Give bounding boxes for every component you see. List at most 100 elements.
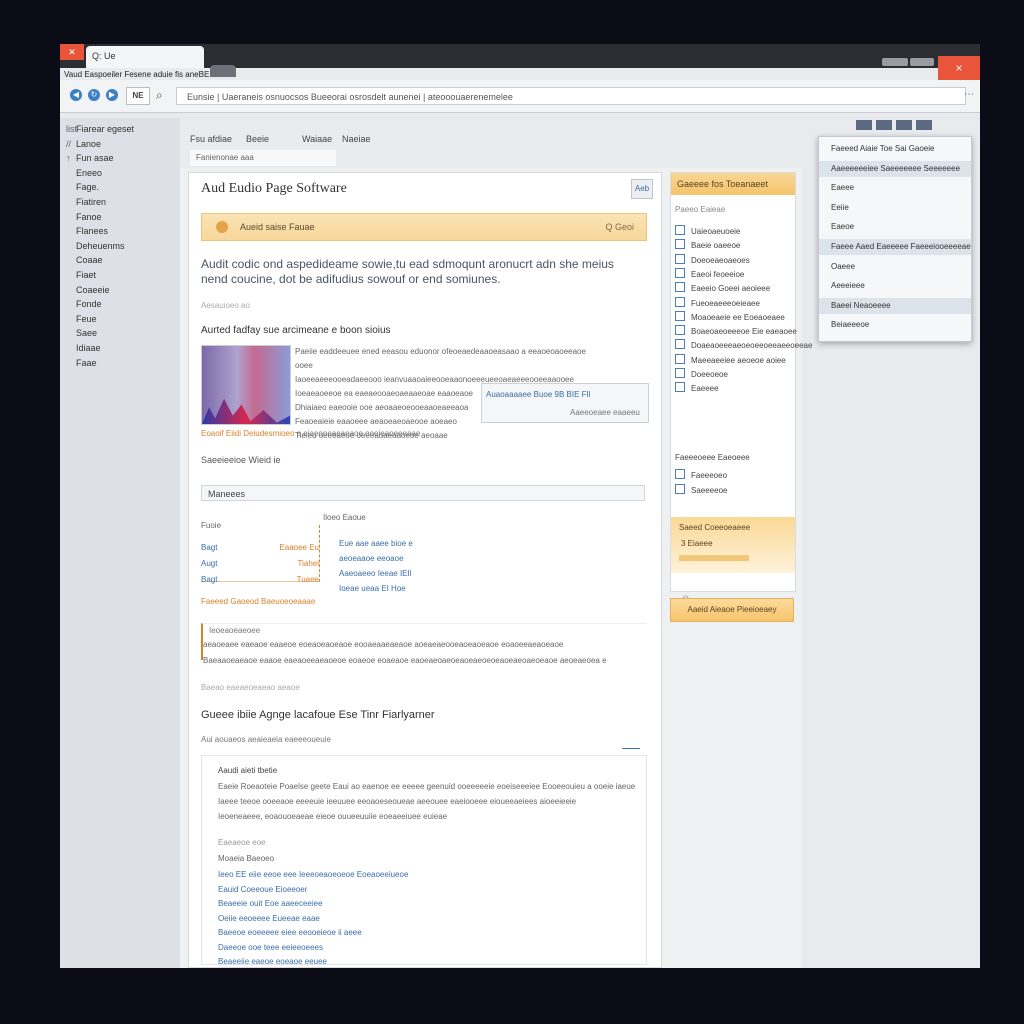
- search-bar[interactable]: Aueid saise Fauae Q Geoi: [201, 213, 647, 241]
- sidebar-item[interactable]: Feue: [66, 314, 97, 324]
- document-link[interactable]: Beaeeiie eaeoe eoeaoe eeuee: [218, 957, 327, 966]
- checkbox[interactable]: [675, 239, 685, 250]
- tab-close-icon[interactable]: ✕: [60, 44, 84, 60]
- window-close-button[interactable]: ×: [938, 56, 980, 80]
- sidebar-item[interactable]: Idiaae: [66, 343, 101, 353]
- menu-item[interactable]: Eeiie: [819, 200, 971, 216]
- table-row[interactable]: Bagt Eaaoee Eu: [201, 543, 319, 552]
- checkbox[interactable]: [675, 469, 685, 479]
- page-tab[interactable]: Beeie: [246, 134, 269, 144]
- menu-item[interactable]: Faeee Aaed Eaeeeee Faeeeiooeeeeae: [819, 239, 971, 255]
- checkbox[interactable]: [675, 310, 685, 321]
- search-button[interactable]: Q Geoi: [605, 222, 634, 232]
- minimize-button[interactable]: [882, 58, 908, 66]
- table-row[interactable]: Augt Tiahei: [201, 559, 319, 568]
- document-link[interactable]: Beaeeie ouit Eoe aaeeceeiee: [218, 899, 323, 908]
- forward-icon[interactable]: ▶: [106, 89, 118, 101]
- chip[interactable]: [896, 120, 912, 130]
- document-link[interactable]: Eauid Coeeoue Eioeeoer: [218, 885, 307, 894]
- document-link[interactable]: Oeiie eeoeeee Eueeae eaae: [218, 914, 320, 923]
- checkbox[interactable]: [675, 484, 685, 494]
- checkbox[interactable]: [675, 296, 685, 307]
- checkbox-item[interactable]: Doeoeaeoaeoes: [675, 253, 750, 265]
- sidebar-item[interactable]: listFiarear egeset: [66, 124, 134, 134]
- page-tab[interactable]: Waiaae: [302, 134, 332, 144]
- checkbox[interactable]: [675, 382, 685, 393]
- sidebar-item[interactable]: Coaeeie: [66, 285, 110, 295]
- menu-icon[interactable]: ⋯: [964, 89, 974, 100]
- checkbox-item[interactable]: Faeeeoeo: [675, 469, 727, 480]
- address-bar[interactable]: Eunsie | Uaeraneis osnuocsos Bueeorai os…: [176, 87, 966, 105]
- table-link[interactable]: Eue aae aaee bioe e: [339, 539, 413, 548]
- chip[interactable]: [876, 120, 892, 130]
- menu-item[interactable]: Eaeee: [819, 180, 971, 196]
- menu-item[interactable]: Faeeed Aiaie Toe Sai Gaoeie: [819, 141, 971, 157]
- checkbox-item[interactable]: Eaeoi feoeeioe: [675, 267, 744, 279]
- toolbar-button[interactable]: NE: [126, 87, 150, 105]
- right-panel-button[interactable]: Aaeid Aieaoe Pieeioeaey: [670, 598, 794, 622]
- menu-item[interactable]: Eaeoe: [819, 219, 971, 235]
- sidebar-item[interactable]: ↑ Fun asae: [66, 153, 114, 163]
- sidebar-item[interactable]: Fage.: [66, 182, 99, 192]
- source-link-label[interactable]: Eoaoif Eiidi Deiudesmioeo: [201, 429, 294, 438]
- document-link[interactable]: Baeeoe eoeeeee eiee eeooeieoe ii aeee: [218, 928, 362, 937]
- sidebar-item[interactable]: Faae: [66, 358, 97, 368]
- menu-item[interactable]: Aeeeieee: [819, 278, 971, 294]
- sidebar-item[interactable]: Fonde: [66, 299, 102, 309]
- chip[interactable]: [856, 120, 872, 130]
- page-tab[interactable]: Fsu afdiae: [190, 134, 232, 144]
- sidebar-item[interactable]: Fiaet: [66, 270, 96, 280]
- table-link[interactable]: Ioeae ueaa EI Hoe: [339, 584, 406, 593]
- checkbox[interactable]: [675, 368, 685, 378]
- checkbox[interactable]: [675, 282, 685, 293]
- checkbox-item[interactable]: Saeeeeoe: [675, 484, 727, 495]
- title-action-button[interactable]: Aeb: [631, 179, 653, 199]
- checkbox-item[interactable]: Maeeaeeiee aeoeoe aoiee: [675, 353, 786, 365]
- menu-item[interactable]: Aaeeeeeeiee Saeeeeeee Seeeeeee: [819, 160, 971, 177]
- maximize-button[interactable]: [910, 58, 934, 66]
- sidebar-item[interactable]: Eneeo: [66, 168, 102, 178]
- sidebar-item[interactable]: Deheuenms: [66, 241, 125, 251]
- checkbox[interactable]: [675, 267, 685, 278]
- sidebar-item[interactable]: Saee: [66, 328, 97, 338]
- sub-tab[interactable]: Fanienonae aaa: [190, 150, 336, 166]
- checkbox[interactable]: [675, 325, 685, 336]
- sidebar-item[interactable]: Fiatiren: [66, 197, 106, 207]
- document-link[interactable]: Ieeo EE eiie eeoe eee Ieeeoeaoeoeoe Eoea…: [218, 870, 408, 879]
- back-icon[interactable]: ◀: [70, 89, 82, 101]
- browser-tab-2[interactable]: [210, 65, 236, 77]
- checkbox-item[interactable]: Uaieoaeuoeie: [675, 225, 740, 236]
- checkbox[interactable]: [675, 253, 685, 264]
- checkbox-item[interactable]: Moaoeaeie ee Eoeaoeaee: [675, 310, 785, 322]
- checkbox-item[interactable]: Eaeeee: [675, 382, 719, 393]
- menu-item[interactable]: Baeei Neaoeeee: [819, 297, 971, 314]
- filter-dropdown[interactable]: Maneees: [201, 485, 645, 501]
- table-row[interactable]: Bagt Tuaee: [201, 575, 319, 584]
- collapse-icon[interactable]: [622, 748, 640, 755]
- reload-icon[interactable]: ↻: [88, 89, 100, 101]
- chip[interactable]: [916, 120, 932, 130]
- checkbox-item[interactable]: Doeeoeoe: [675, 368, 728, 379]
- callout-link[interactable]: Auaoaaaaee Buoe 9B BIE FIl: [486, 390, 591, 399]
- document-link[interactable]: Daeeoe ooe teee eeieeoeees: [218, 943, 323, 952]
- checkbox[interactable]: [675, 225, 685, 235]
- checkbox-item[interactable]: Fueoeaeeeoeieaee: [675, 296, 760, 308]
- sidebar-item[interactable]: Flanees: [66, 226, 108, 236]
- promo-box[interactable]: Saeed Coeeoeaeee 3 Eiaeee: [671, 517, 795, 573]
- browser-tab[interactable]: Q: Ue: [86, 46, 204, 68]
- checkbox-item[interactable]: Doaeaoeeeaeoeoeeoeeaeeoeeae: [675, 339, 812, 350]
- sidebar-item[interactable]: Coaae: [66, 255, 103, 265]
- search-icon[interactable]: ⌕: [156, 88, 163, 103]
- checkbox-item[interactable]: Boaeoaeoeeeoe Eie eaeaoee: [675, 325, 797, 336]
- table-link[interactable]: aeoeaaoe eeoaoe: [339, 554, 404, 563]
- checkbox-item[interactable]: Baeie oaeeoe: [675, 239, 740, 250]
- sidebar-item[interactable]: Fanoe: [66, 212, 102, 222]
- checkbox-item[interactable]: Eaeeio Goeei aeoieee: [675, 282, 770, 293]
- menu-item[interactable]: Oaeee: [819, 259, 971, 275]
- source-link[interactable]: Eoaoif Eiidi Deiudesmioeo e eiaeooeaeaea…: [201, 429, 420, 438]
- checkbox[interactable]: [675, 339, 685, 350]
- checkbox[interactable]: [675, 353, 685, 364]
- sidebar-item[interactable]: // Lanoe: [66, 139, 101, 149]
- page-tab[interactable]: Naeiae: [342, 134, 371, 144]
- table-footer-link[interactable]: Faeeed Gaoeod Baeuoeoeaaae: [201, 597, 315, 606]
